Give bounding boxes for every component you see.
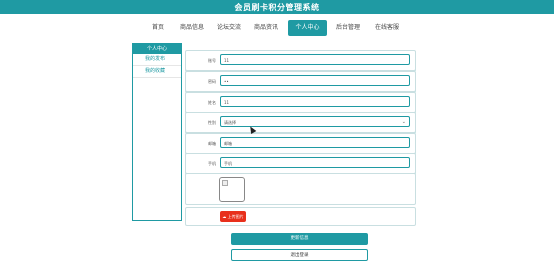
email-input[interactable]: 邮箱	[220, 137, 410, 148]
nav-item-personal-center[interactable]: 个人中心	[288, 20, 327, 36]
broken-image-icon	[222, 180, 228, 186]
form-row-phone: 手机 手机	[185, 153, 416, 174]
name-label: 姓名	[208, 100, 216, 105]
sidebar-item-my-posts[interactable]: 我的发布	[133, 54, 181, 66]
upload-button-label: 上传图片	[227, 214, 244, 219]
chevron-down-icon: ⌄	[401, 119, 406, 125]
avatar-preview	[219, 177, 245, 202]
nav-item-forum[interactable]: 论坛交流	[214, 20, 244, 36]
nav-item-admin[interactable]: 后台管理	[333, 20, 363, 36]
logout-button[interactable]: 退出登录	[231, 249, 368, 261]
nav-item-news[interactable]: 商品资讯	[251, 20, 281, 36]
upload-icon: ☁	[222, 214, 227, 219]
name-input[interactable]: 11	[220, 96, 410, 107]
gender-select-value: 请选择	[224, 120, 236, 125]
app-header: 会员刷卡积分管理系统	[0, 0, 554, 14]
update-info-button[interactable]: 更新信息	[231, 233, 368, 245]
nav-item-products[interactable]: 商品信息	[177, 20, 207, 36]
form-row-account: 账号 11	[185, 50, 416, 71]
email-label: 邮箱	[208, 141, 216, 146]
upload-image-button[interactable]: ☁ 上传图片	[220, 211, 246, 222]
gender-select[interactable]: 请选择 ⌄	[220, 116, 410, 127]
gender-label: 性别	[208, 120, 216, 125]
account-input[interactable]: 11	[220, 54, 410, 65]
form-row-gender: 性别 请选择 ⌄	[185, 112, 416, 133]
account-label: 账号	[208, 58, 216, 63]
sidebar: 个人中心 我的发布 我的收藏	[132, 43, 182, 221]
form-row-name: 姓名 11	[185, 92, 416, 113]
password-label: 密码	[208, 79, 216, 84]
top-nav: 首页 商品信息 论坛交流 商品资讯 个人中心 后台管理 在线客服	[0, 18, 554, 38]
password-input[interactable]: ••	[220, 75, 410, 86]
sidebar-item-my-favorites[interactable]: 我的收藏	[133, 66, 181, 78]
app-title: 会员刷卡积分管理系统	[234, 2, 320, 12]
nav-item-online-service[interactable]: 在线客服	[371, 20, 403, 36]
avatar-row	[185, 173, 416, 205]
upload-row: ☁ 上传图片	[185, 207, 416, 226]
form-row-password: 密码 ••	[185, 71, 416, 92]
phone-input[interactable]: 手机	[220, 157, 410, 168]
nav-item-home[interactable]: 首页	[145, 20, 171, 36]
phone-label: 手机	[208, 161, 216, 166]
form-row-email: 邮箱 邮箱	[185, 133, 416, 154]
sidebar-title: 个人中心	[133, 44, 181, 54]
